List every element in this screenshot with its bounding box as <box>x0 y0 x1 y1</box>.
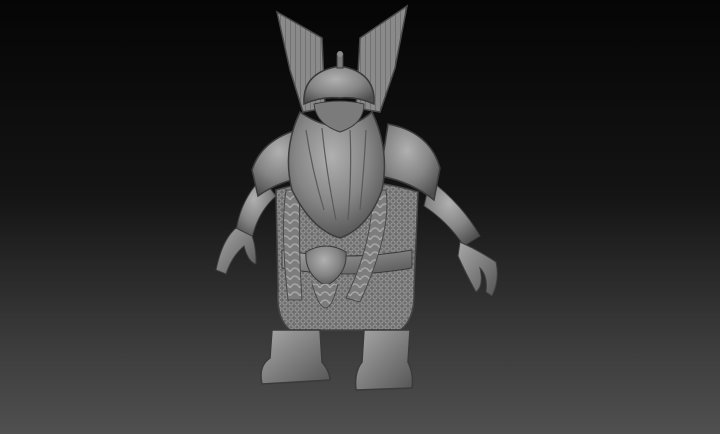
right-boot <box>354 329 414 391</box>
viewport-canvas[interactable] <box>0 0 720 434</box>
left-boot <box>260 329 331 385</box>
beard-braid-left <box>282 189 303 301</box>
left-arm <box>215 177 277 275</box>
dwarf-sculpt-model <box>215 4 498 391</box>
